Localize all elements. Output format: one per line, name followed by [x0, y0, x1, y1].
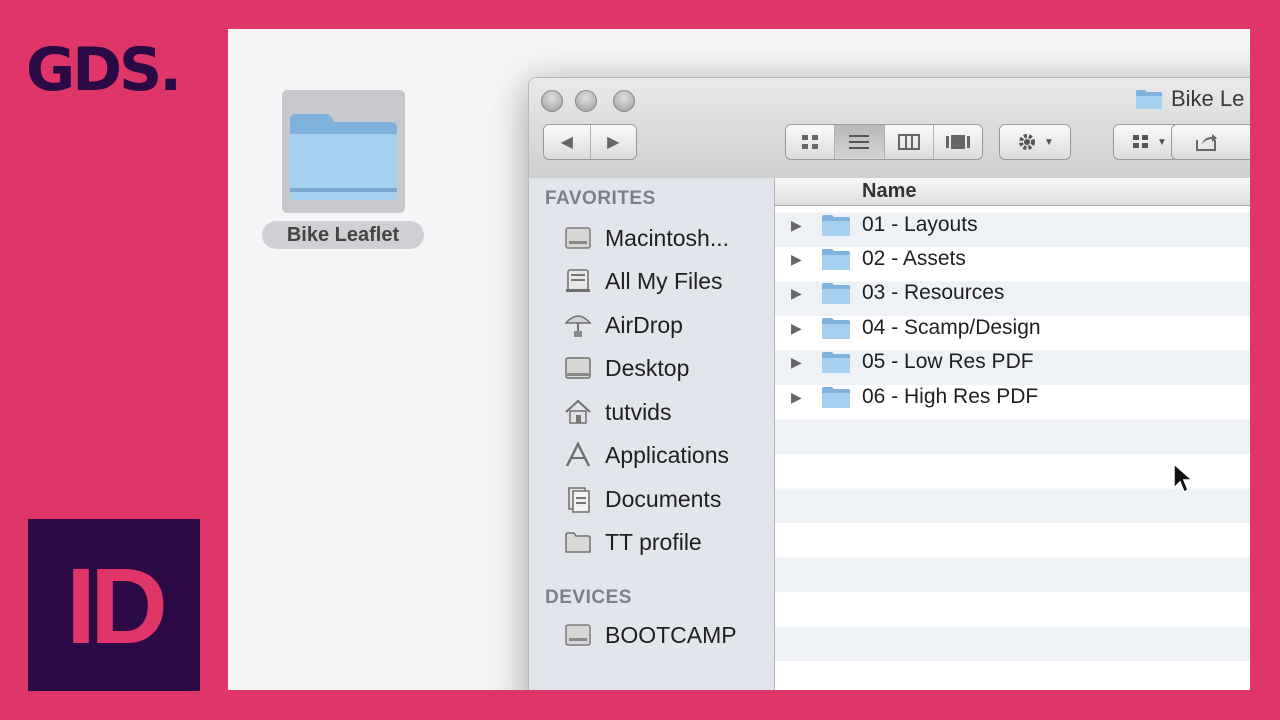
- window-title: Bike Le: [1135, 86, 1244, 112]
- list-item[interactable]: ▶ 03 - Resources: [775, 276, 1250, 310]
- list-item-name: 05 - Low Res PDF: [862, 350, 1034, 373]
- list-item[interactable]: ▶ 05 - Low Res PDF: [775, 345, 1250, 379]
- forward-arrow-icon[interactable]: ▶: [591, 125, 637, 159]
- view-switcher: [785, 124, 983, 160]
- list-item-name: 04 - Scamp/Design: [862, 316, 1041, 339]
- devices-header: DEVICES: [545, 587, 632, 608]
- sidebar-item-label: Desktop: [605, 354, 690, 381]
- list-item-name: 01 - Layouts: [862, 213, 978, 236]
- disclosure-triangle-icon[interactable]: ▶: [791, 389, 802, 406]
- list-item[interactable]: ▶ 06 - High Res PDF: [775, 380, 1250, 414]
- desktop-folder-icon[interactable]: [282, 90, 405, 213]
- disclosure-triangle-icon[interactable]: ▶: [791, 320, 802, 337]
- back-arrow-icon[interactable]: ◀: [544, 125, 591, 159]
- documents-icon: [561, 484, 595, 514]
- disclosure-triangle-icon[interactable]: ▶: [791, 285, 802, 302]
- sidebar-item-label: Documents: [605, 485, 722, 512]
- disclosure-triangle-icon[interactable]: ▶: [791, 251, 802, 268]
- screen-area: Bike Leaflet Bike Le ◀ ▶ ▼ ▼ FAVORITES M…: [228, 29, 1250, 690]
- sidebar-item-airdrop[interactable]: AirDrop: [561, 308, 683, 342]
- sidebar-item-label: Macintosh...: [605, 224, 729, 251]
- favorites-header: FAVORITES: [545, 188, 656, 209]
- disclosure-triangle-icon[interactable]: ▶: [791, 354, 802, 371]
- coverflow-view-icon[interactable]: [934, 125, 982, 159]
- gear-icon: ▼: [1000, 125, 1070, 159]
- folder-icon: [822, 352, 850, 373]
- folder-icon: [822, 215, 850, 236]
- folder-icon: [561, 527, 595, 557]
- airdrop-icon: [561, 310, 595, 340]
- window-title-text: Bike Le: [1171, 86, 1245, 111]
- sidebar-item-label: tutvids: [605, 398, 672, 425]
- list-item[interactable]: ▶ 01 - Layouts: [775, 208, 1250, 242]
- sidebar-item-tt-profile[interactable]: TT profile: [561, 525, 702, 559]
- sidebar-item-documents[interactable]: Documents: [561, 482, 721, 516]
- icon-view-icon[interactable]: [786, 125, 836, 159]
- sidebar-item-bootcamp[interactable]: BOOTCAMP: [561, 618, 737, 652]
- sidebar-item-label: All My Files: [605, 267, 723, 294]
- share-icon: [1172, 125, 1242, 159]
- folder-icon: [822, 283, 850, 304]
- applications-icon: [561, 440, 595, 470]
- close-button[interactable]: [541, 90, 563, 112]
- list-item-name: 06 - High Res PDF: [862, 385, 1039, 408]
- folder-icon: [822, 318, 850, 339]
- sidebar-item-desktop[interactable]: Desktop: [561, 351, 689, 385]
- list-item-name: 02 - Assets: [862, 247, 966, 270]
- folder-icon: [822, 387, 850, 408]
- sidebar-item-all-my-files[interactable]: All My Files: [561, 264, 723, 298]
- list-item[interactable]: ▶ 04 - Scamp/Design: [775, 311, 1250, 345]
- sidebar-item-label: TT profile: [605, 528, 702, 555]
- sidebar-item-macintosh-hd[interactable]: Macintosh...: [561, 221, 729, 255]
- column-view-icon[interactable]: [885, 125, 934, 159]
- file-list: Name ▶ 01 - Layouts ▶ 02 - Assets ▶ 03 -…: [775, 178, 1250, 690]
- folder-icon: [290, 114, 397, 200]
- sidebar-item-label: BOOTCAMP: [605, 621, 737, 648]
- column-header-label: Name: [862, 180, 917, 202]
- list-item[interactable]: ▶ 02 - Assets: [775, 242, 1250, 276]
- indesign-logo-text: ID: [66, 544, 168, 666]
- finder-window: Bike Le ◀ ▶ ▼ ▼ FAVORITES Macintosh... A…: [528, 77, 1250, 690]
- list-view-icon[interactable]: [835, 125, 885, 159]
- desktop-icon: [561, 353, 595, 383]
- column-header-name[interactable]: Name: [775, 178, 1250, 206]
- sidebar: FAVORITES Macintosh... All My Files AirD…: [529, 178, 775, 690]
- sidebar-item-label: AirDrop: [605, 311, 683, 338]
- indesign-logo: ID: [28, 519, 200, 691]
- desktop-folder-label[interactable]: Bike Leaflet: [262, 221, 424, 249]
- hard-drive-icon: [561, 620, 595, 650]
- zoom-button[interactable]: [613, 90, 635, 112]
- title-bar: Bike Le ◀ ▶ ▼ ▼: [529, 78, 1250, 179]
- minimize-button[interactable]: [575, 90, 597, 112]
- all-files-icon: [561, 266, 595, 296]
- folder-icon: [1136, 90, 1162, 109]
- folder-icon: [822, 249, 850, 270]
- disclosure-triangle-icon[interactable]: ▶: [791, 217, 802, 234]
- mouse-cursor-icon: [1173, 462, 1194, 494]
- list-item-name: 03 - Resources: [862, 281, 1005, 304]
- share-button[interactable]: [1171, 124, 1250, 160]
- home-icon: [561, 397, 595, 427]
- back-forward-control: ◀ ▶: [543, 124, 637, 160]
- sidebar-item-tutvids[interactable]: tutvids: [561, 395, 671, 429]
- sidebar-item-applications[interactable]: Applications: [561, 438, 729, 472]
- action-menu-button[interactable]: ▼: [999, 124, 1071, 160]
- gds-logo: GDS.: [26, 35, 182, 105]
- hard-drive-icon: [561, 223, 595, 253]
- sidebar-item-label: Applications: [605, 441, 730, 468]
